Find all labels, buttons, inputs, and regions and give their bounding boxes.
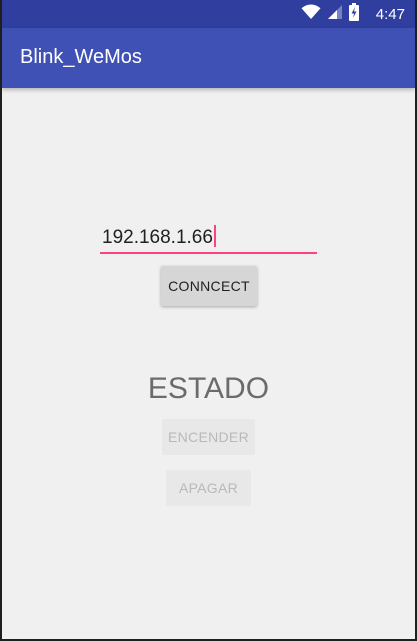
app-screen: 4:47 Blink_WeMos 192.168.1.66 CONNCECT E…: [2, 0, 415, 639]
text-cursor: [213, 225, 216, 247]
status-icons: [301, 2, 359, 26]
status-bar: 4:47: [2, 0, 415, 28]
apagar-button[interactable]: APAGAR: [166, 470, 251, 506]
app-bar: Blink_WeMos: [2, 28, 415, 88]
app-title: Blink_WeMos: [20, 46, 142, 68]
connect-button[interactable]: CONNCECT: [161, 266, 257, 306]
ip-address-input[interactable]: 192.168.1.66: [100, 222, 317, 254]
estado-label: ESTADO: [147, 372, 270, 405]
cell-signal-icon: [327, 4, 343, 25]
encender-button[interactable]: ENCENDER: [162, 419, 255, 455]
battery-charging-icon: [349, 2, 359, 26]
status-time: 4:47: [375, 6, 405, 23]
ip-address-text: 192.168.1.66: [102, 227, 213, 248]
wifi-icon: [301, 3, 321, 25]
ip-address-value[interactable]: 192.168.1.66: [102, 225, 216, 249]
